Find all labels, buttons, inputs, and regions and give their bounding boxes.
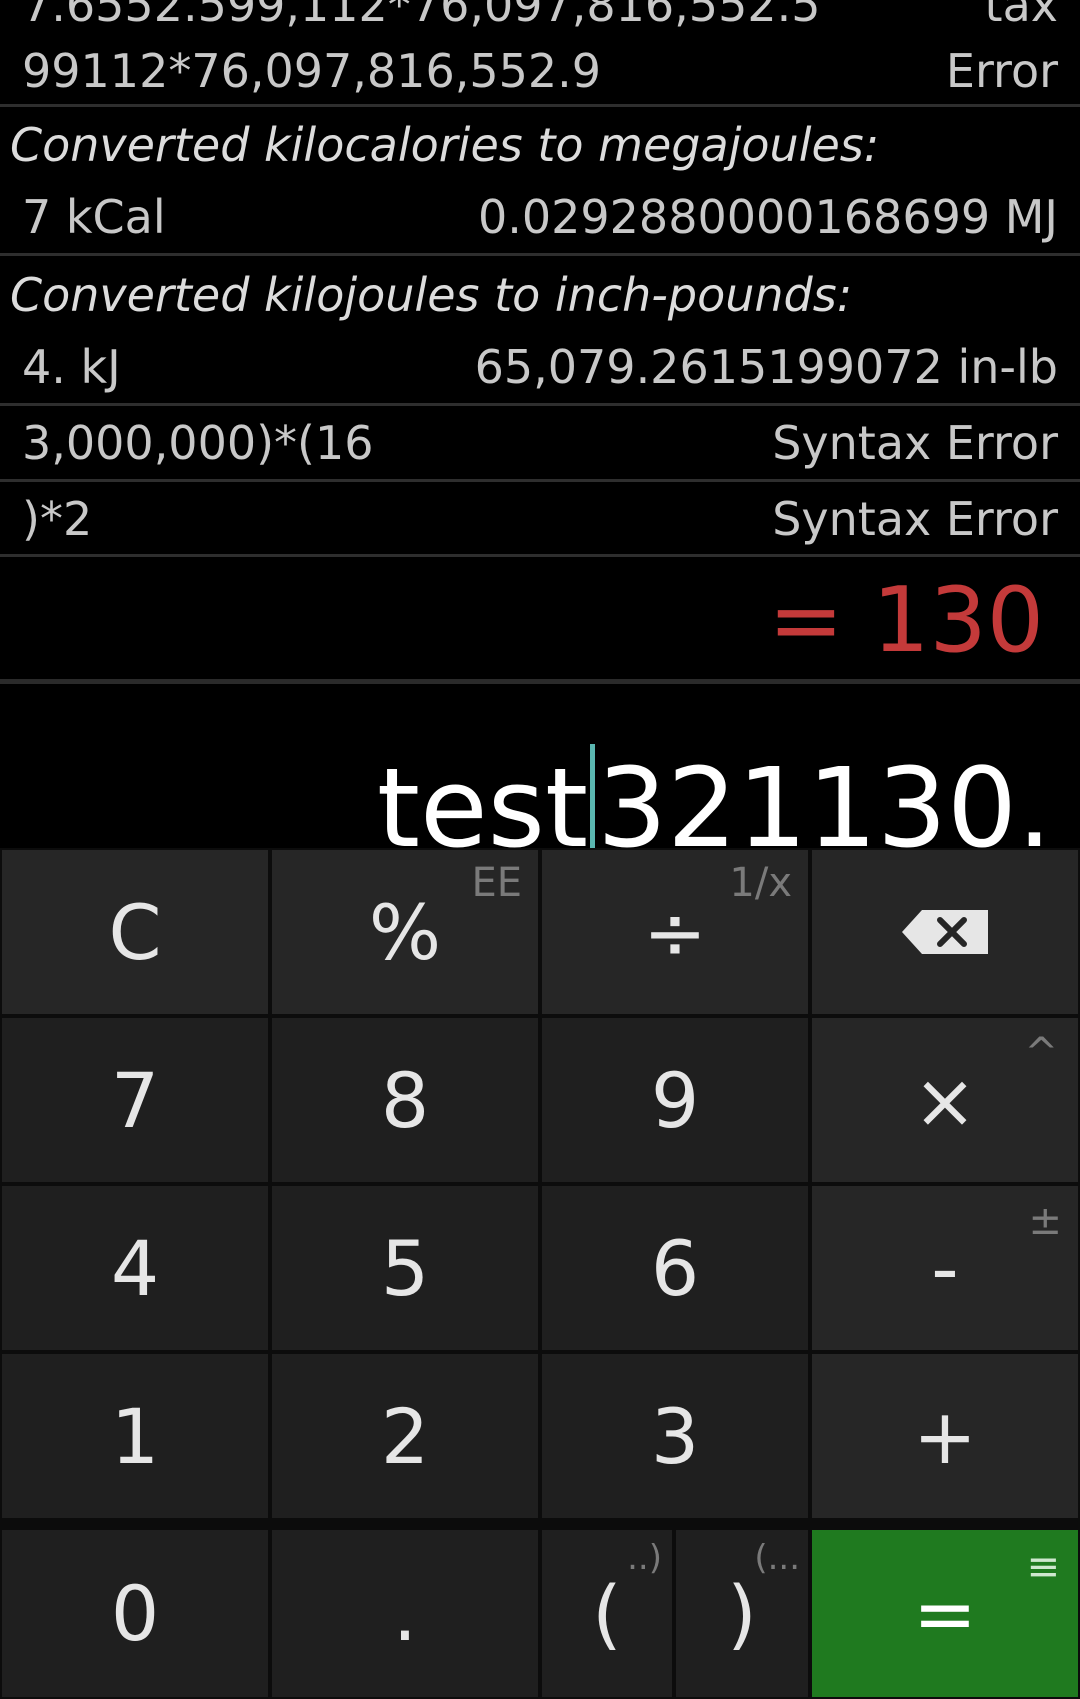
multiply-label: × [913, 1055, 977, 1145]
history-row[interactable]: 3,000,000)*(16 Syntax Error [0, 416, 1080, 472]
result-preview: = 130 [768, 568, 1044, 673]
power-sublabel: ^ [1024, 1030, 1058, 1076]
digit-label: 3 [650, 1391, 700, 1481]
percent-label: % [368, 887, 442, 977]
divider [0, 554, 1080, 557]
digit-6-button[interactable]: 6 [542, 1186, 808, 1350]
digit-5-button[interactable]: 5 [272, 1186, 538, 1350]
plus-label: + [913, 1391, 977, 1481]
digit-1-button[interactable]: 1 [2, 1354, 268, 1518]
digit-2-button[interactable]: 2 [272, 1354, 538, 1518]
menu-icon: ≡ [1026, 1544, 1060, 1590]
divider [0, 104, 1080, 107]
backspace-button[interactable] [812, 850, 1078, 1014]
history-result: 0.0292880000168699 MJ [477, 190, 1058, 244]
divide-button[interactable]: ÷ 1/x [542, 850, 808, 1014]
digit-label: 2 [380, 1391, 430, 1481]
digit-label: 7 [110, 1055, 160, 1145]
history-result: tax [984, 0, 1058, 32]
clear-button[interactable]: C [2, 850, 268, 1014]
minus-button[interactable]: - ± [812, 1186, 1078, 1350]
digit-0-button[interactable]: 0 [2, 1530, 268, 1697]
divider [0, 679, 1080, 684]
history-expression: 7.6552.599,112*76,097,816,552.5 [22, 0, 821, 32]
close-paren-button[interactable]: ) (... [676, 1530, 808, 1697]
digit-label: 0 [110, 1569, 160, 1658]
history-expression: 7 kCal [22, 190, 166, 244]
digit-3-button[interactable]: 3 [542, 1354, 808, 1518]
percent-button[interactable]: % EE [272, 850, 538, 1014]
history-row[interactable]: )*2 Syntax Error [0, 492, 1080, 548]
digit-label: 4 [110, 1223, 160, 1313]
multiply-button[interactable]: × ^ [812, 1018, 1078, 1182]
plus-minus-sublabel: ± [1028, 1198, 1062, 1244]
divider [0, 479, 1080, 482]
history-heading: Converted kilojoules to inch-pounds: [10, 268, 853, 322]
digit-label: 1 [110, 1391, 160, 1481]
open-paren-label: ( [592, 1569, 622, 1658]
ee-sublabel: EE [471, 860, 522, 906]
history-heading: Converted kilocalories to megajoules: [10, 118, 880, 172]
divider [0, 403, 1080, 406]
digit-7-button[interactable]: 7 [2, 1018, 268, 1182]
digit-8-button[interactable]: 8 [272, 1018, 538, 1182]
divider [0, 253, 1080, 256]
open-paren-button[interactable]: ( ..) [542, 1530, 672, 1697]
digit-label: 9 [650, 1055, 700, 1145]
history-result: Error [945, 44, 1058, 98]
history-row[interactable]: 7 kCal 0.0292880000168699 MJ [0, 190, 1080, 246]
history-panel[interactable]: 7.6552.599,112*76,097,816,552.5 tax 9911… [0, 0, 1080, 557]
history-expression: 4. kJ [22, 340, 121, 394]
close-paren-sublabel: (... [754, 1538, 800, 1578]
backspace-icon [902, 910, 988, 954]
decimal-point-button[interactable]: . [272, 1530, 538, 1697]
equals-button[interactable]: = ≡ [812, 1530, 1078, 1697]
digit-4-button[interactable]: 4 [2, 1186, 268, 1350]
history-expression: 3,000,000)*(16 [22, 416, 374, 470]
minus-label: - [931, 1223, 959, 1313]
close-paren-label: ) [727, 1569, 757, 1658]
digit-label: 6 [650, 1223, 700, 1313]
clear-label: C [108, 887, 162, 977]
history-row[interactable]: 99112*76,097,816,552.9 Error [0, 44, 1080, 100]
divide-label: ÷ [643, 887, 707, 977]
digit-label: 5 [380, 1223, 430, 1313]
history-expression: )*2 [22, 492, 93, 546]
history-result: Syntax Error [772, 416, 1058, 470]
digit-9-button[interactable]: 9 [542, 1018, 808, 1182]
open-paren-sublabel: ..) [627, 1538, 662, 1578]
history-expression: 99112*76,097,816,552.9 [22, 44, 602, 98]
decimal-label: . [392, 1569, 418, 1658]
keypad: C % EE ÷ 1/x 7 8 9 × ^ 4 5 6 - ± 1 2 3 +… [0, 848, 1080, 1699]
reciprocal-sublabel: 1/x [729, 860, 792, 906]
history-row[interactable]: 4. kJ 65,079.2615199072 in-lb [0, 340, 1080, 396]
digit-label: 8 [380, 1055, 430, 1145]
history-result: Syntax Error [772, 492, 1058, 546]
plus-button[interactable]: + [812, 1354, 1078, 1518]
history-row[interactable]: 7.6552.599,112*76,097,816,552.5 tax [0, 0, 1080, 32]
equals-label: = [913, 1569, 977, 1658]
history-result: 65,079.2615199072 in-lb [474, 340, 1058, 394]
